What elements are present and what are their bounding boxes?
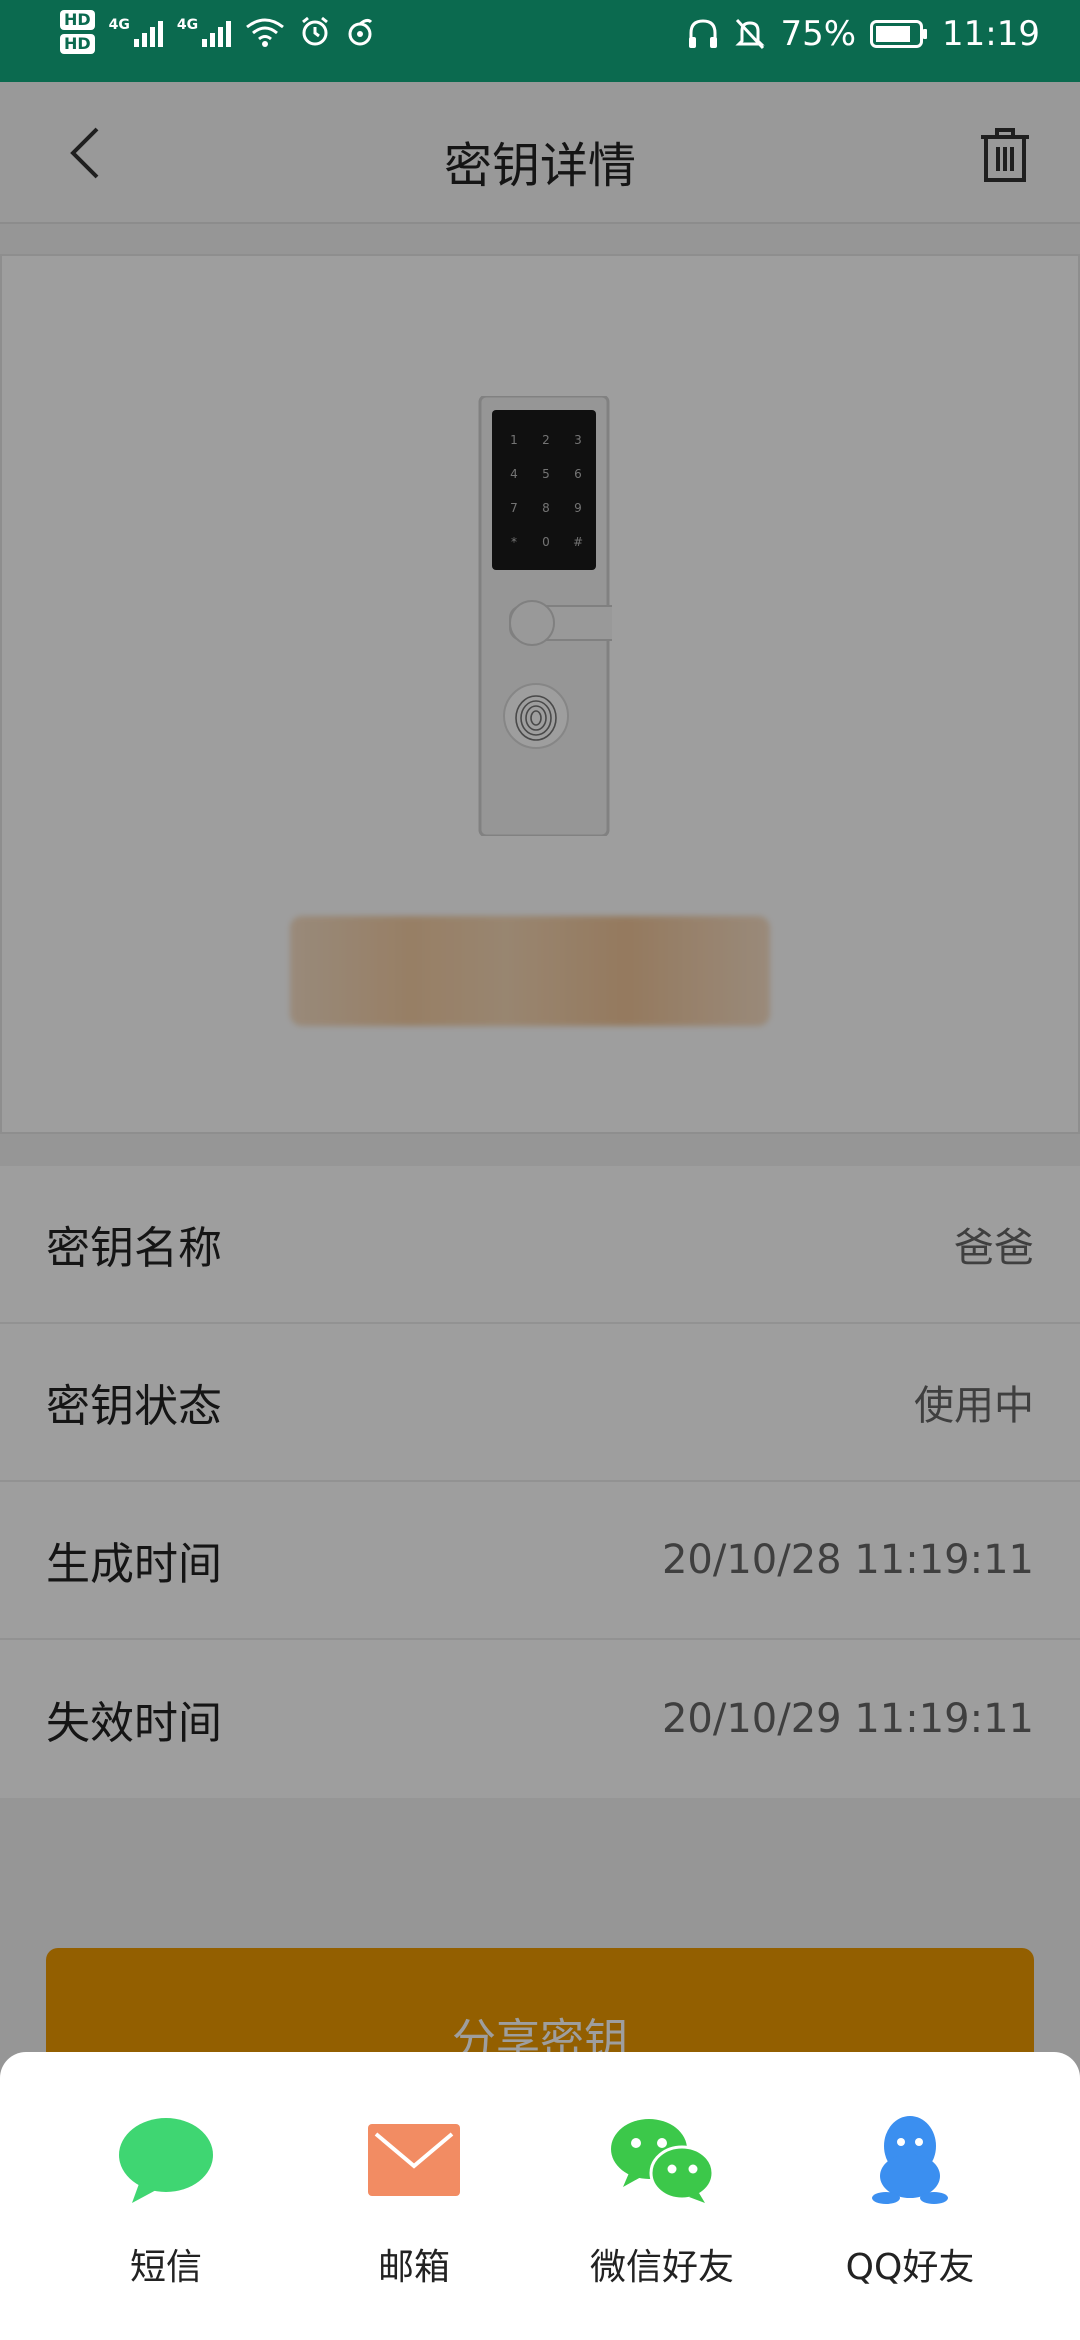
sms-icon [119,2118,213,2203]
signal-icon-1: 4G [109,17,163,47]
share-option-label: 邮箱 [377,2247,450,2288]
mail-icon [368,2124,460,2196]
share-option-sms[interactable]: 短信 [66,2112,266,2312]
share-option-wechat[interactable]: 微信好友 [562,2112,762,2312]
share-option-label: QQ好友 [845,2247,975,2288]
share-sheet: 短信 邮箱 微信好友 QQ好友 [0,2052,1080,2340]
signal-icon-2: 4G [177,17,232,47]
qq-icon [872,2116,948,2204]
wifi-icon [246,18,285,47]
wechat-icon [611,2119,715,2203]
share-option-mail[interactable]: 邮箱 [314,2112,514,2312]
headphones-icon [689,19,718,48]
share-option-qq[interactable]: QQ好友 [810,2112,1010,2312]
battery-icon [870,20,928,48]
modal-overlay[interactable] [0,82,1080,2340]
battery-percent: 75% [780,14,857,54]
mute-bell-icon [735,18,766,50]
share-option-label: 微信好友 [589,2247,734,2288]
hd-indicator: HD HD [60,10,95,54]
alarm-icon [302,16,329,46]
status-bar: HD HD 4G 4G 75% 11:19 [0,0,1080,82]
clock: 11:19 [942,14,1040,54]
sync-icon [348,18,373,46]
share-option-label: 短信 [129,2247,202,2288]
